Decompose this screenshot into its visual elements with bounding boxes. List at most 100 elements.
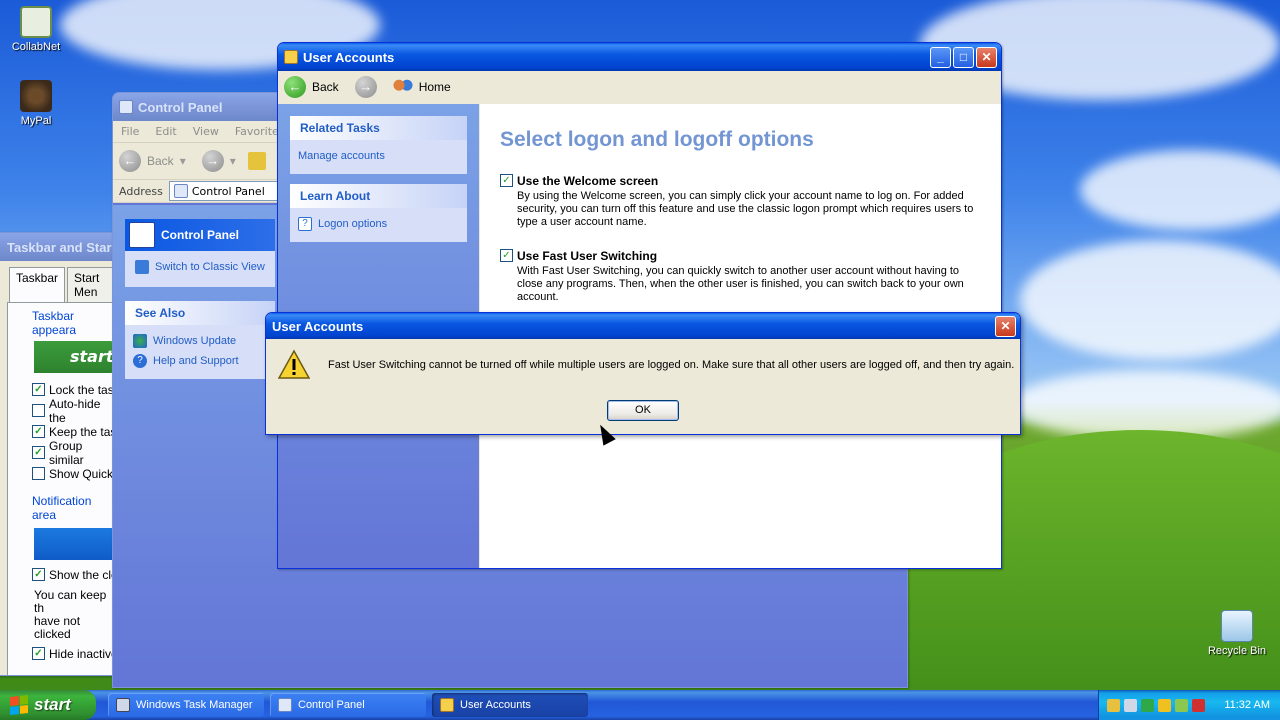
control-panel-icon: [278, 698, 292, 712]
checkbox-checked-icon[interactable]: ✓: [500, 249, 513, 262]
desktop-icon-label: Recycle Bin: [1207, 645, 1267, 657]
dialog-title: User Accounts: [272, 318, 364, 334]
checkbox-checked-icon[interactable]: ✓: [32, 425, 45, 438]
switch-classic-view-link[interactable]: Switch to Classic View: [135, 257, 265, 277]
notification-note: You can keep th have not clicked: [34, 588, 107, 641]
taskbar: start Windows Task Manager Control Panel…: [0, 690, 1280, 720]
related-tasks-header: Related Tasks: [290, 116, 467, 140]
dialog-close-button[interactable]: ✕: [995, 315, 1016, 337]
network-icon[interactable]: [1124, 698, 1137, 712]
checkbox-checked-icon[interactable]: ✓: [500, 174, 513, 187]
desktop-icon-recycle-bin[interactable]: Recycle Bin: [1204, 610, 1270, 657]
option-show-quick-launch[interactable]: Show Quick: [22, 463, 118, 484]
user-accounts-icon: [440, 698, 454, 712]
maximize-button[interactable]: □: [953, 46, 974, 68]
notification-area-preview: [34, 528, 118, 560]
minimize-button[interactable]: _: [930, 46, 951, 68]
option-fast-user-switching: ✓ Use Fast User Switching With Fast User…: [500, 249, 982, 304]
recycle-bin-icon: [1221, 610, 1253, 642]
error-dialog: User Accounts ✕ Fast User Switching cann…: [265, 312, 1021, 435]
option-auto-hide[interactable]: Auto-hide the: [22, 397, 118, 425]
window-title: Control Panel: [138, 99, 223, 115]
ok-button[interactable]: OK: [607, 400, 679, 421]
help-icon: ?: [133, 354, 147, 368]
start-button-preview: start: [34, 341, 119, 373]
tab-taskbar[interactable]: Taskbar: [9, 267, 66, 302]
menu-edit[interactable]: Edit: [155, 125, 176, 138]
checkbox-icon[interactable]: [32, 467, 45, 480]
taskbar-properties-window: Taskbar and Star Taskbar Start Men Taskb…: [0, 232, 120, 676]
up-folder-icon[interactable]: [247, 152, 266, 170]
tray-icon-3[interactable]: [1141, 698, 1154, 712]
window-title: User Accounts: [303, 49, 395, 65]
back-button-label[interactable]: Back: [312, 80, 339, 94]
taskbar-item-user-accounts[interactable]: User Accounts: [432, 693, 588, 717]
tray-icon-1[interactable]: [1107, 698, 1120, 712]
checkbox-icon[interactable]: [32, 404, 45, 417]
desktop-icon-collabnet[interactable]: CollabNet: [4, 6, 68, 53]
forward-arrow-icon[interactable]: →: [354, 76, 377, 98]
option-welcome-screen: ✓ Use the Welcome screen By using the We…: [500, 174, 982, 229]
checkbox-checked-icon[interactable]: ✓: [32, 568, 45, 581]
control-panel-header: Control Panel: [125, 219, 275, 251]
forward-arrow-icon[interactable]: →: [201, 150, 224, 172]
checkbox-checked-icon[interactable]: ✓: [32, 647, 45, 660]
checkbox-checked-icon[interactable]: ✓: [32, 383, 45, 396]
dropdown-arrow-icon[interactable]: ▾: [230, 154, 236, 168]
clock[interactable]: 11:32 AM: [1224, 699, 1270, 711]
option-description: By using the Welcome screen, you can sim…: [517, 190, 974, 228]
mypal-icon: [20, 80, 52, 112]
option-show-clock[interactable]: ✓ Show the clc: [22, 564, 118, 585]
menu-view[interactable]: View: [193, 125, 219, 138]
learn-about-header: Learn About: [290, 184, 467, 208]
option-description: With Fast User Switching, you can quickl…: [517, 265, 964, 303]
dialog-message: Fast User Switching cannot be turned off…: [328, 359, 1015, 371]
taskbar-item-control-panel[interactable]: Control Panel: [270, 693, 426, 717]
back-arrow-icon[interactable]: ←: [284, 76, 306, 98]
warning-icon: [278, 349, 310, 379]
group-notification-area: Notification area: [32, 494, 92, 522]
user-accounts-icon: [284, 50, 298, 64]
switch-view-icon: [135, 260, 149, 274]
desktop-icon-mypal[interactable]: MyPal: [4, 80, 68, 127]
address-label: Address: [119, 184, 163, 198]
dialog-titlebar[interactable]: User Accounts ✕: [266, 313, 1020, 339]
dropdown-arrow-icon[interactable]: ▾: [180, 154, 186, 168]
system-tray: 11:32 AM: [1098, 690, 1280, 720]
taskbar-item-task-manager[interactable]: Windows Task Manager: [108, 693, 264, 717]
home-button-label[interactable]: Home: [419, 80, 451, 94]
menu-file[interactable]: File: [121, 125, 139, 138]
back-button-label[interactable]: Back: [147, 154, 174, 168]
address-input[interactable]: Control Panel: [168, 181, 289, 201]
control-panel-check-icon: [129, 222, 155, 248]
back-arrow-icon[interactable]: ←: [119, 150, 141, 172]
option-group-similar[interactable]: ✓ Group similar: [22, 439, 118, 467]
control-panel-icon: [173, 184, 188, 198]
help-icon: ?: [298, 217, 312, 231]
user-accounts-home-icon[interactable]: [392, 78, 413, 96]
help-and-support-link[interactable]: ? Help and Support: [133, 351, 267, 371]
user-accounts-window: User Accounts _ □ ✕ ← Back → Home Relate…: [277, 42, 1002, 569]
desktop-icon-label: MyPal: [20, 115, 52, 127]
taskbar-properties-titlebar[interactable]: Taskbar and Star: [0, 233, 119, 261]
task-manager-icon: [116, 698, 130, 712]
see-also-header: See Also: [125, 301, 275, 325]
manage-accounts-link[interactable]: Manage accounts: [298, 146, 459, 166]
antivirus-icon[interactable]: [1192, 698, 1205, 712]
desktop-icon-label: CollabNet: [11, 41, 61, 53]
tray-icon-5[interactable]: [1175, 698, 1188, 712]
windows-update-icon: [133, 334, 147, 348]
collabnet-icon: [20, 6, 52, 38]
start-button[interactable]: start: [0, 690, 96, 720]
close-button[interactable]: ✕: [976, 46, 997, 68]
page-title: Select logon and logoff options: [500, 128, 814, 151]
group-taskbar-appearance: Taskbar appeara: [32, 309, 77, 337]
user-accounts-titlebar[interactable]: User Accounts _ □ ✕: [278, 43, 1001, 71]
option-hide-inactive[interactable]: ✓ Hide inactive: [22, 643, 118, 664]
security-shield-icon[interactable]: [1158, 698, 1171, 712]
window-title: Taskbar and Star: [7, 239, 112, 255]
checkbox-checked-icon[interactable]: ✓: [32, 446, 45, 459]
control-panel-icon: [119, 100, 133, 114]
windows-update-link[interactable]: Windows Update: [133, 331, 267, 351]
logon-options-link[interactable]: ? Logon options: [298, 214, 459, 234]
